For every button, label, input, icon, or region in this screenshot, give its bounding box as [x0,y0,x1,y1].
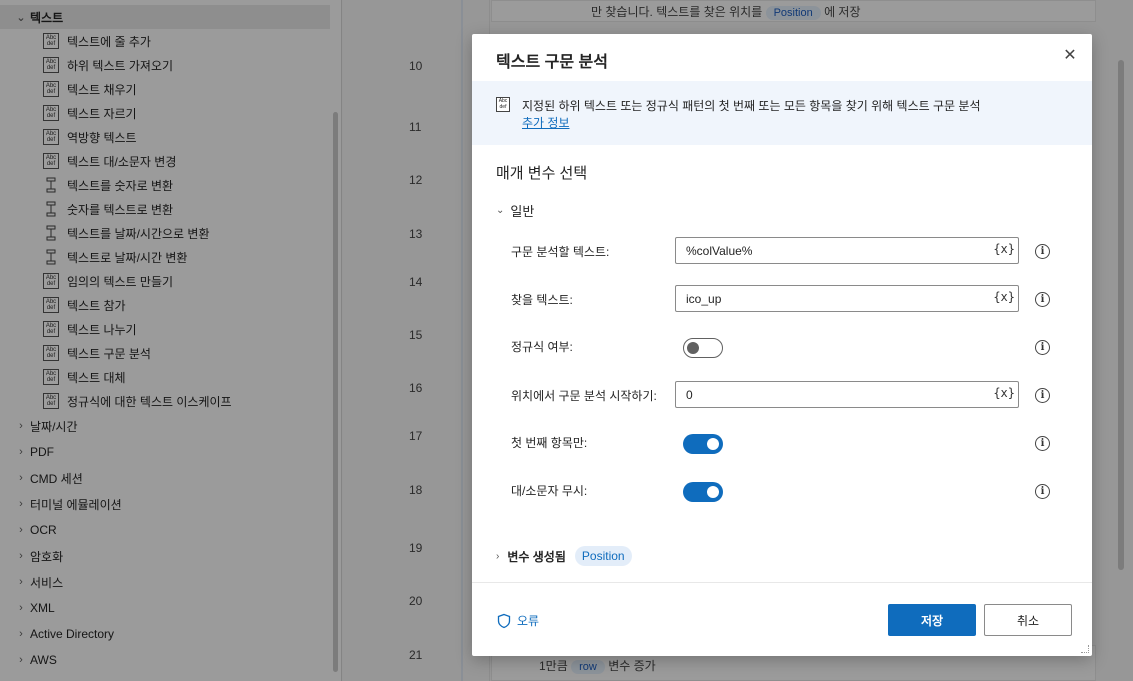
toggle-knob [707,486,719,498]
dialog-title: 텍스트 구문 분석 [496,54,608,71]
text-to-find-label: 찾을 텍스트: [511,293,573,307]
shield-icon [497,613,511,628]
start-position-label: 위치에서 구문 분석 시작하기: [511,389,657,403]
info-banner: Abc def 지정된 하위 텍스트 또는 정규식 패턴의 첫 번째 또는 모든 … [472,81,1092,145]
on-error-button[interactable]: 오류 [496,612,539,629]
save-button[interactable]: 저장 [888,604,976,636]
info-icon[interactable]: i [1035,292,1050,307]
variable-pill[interactable]: Position [574,546,632,566]
is-regex-label: 정규식 여부: [511,340,573,354]
ignore-case-toggle[interactable] [683,482,723,502]
variable-picker-button[interactable]: {x} [993,242,1015,256]
text-to-parse-field[interactable]: %colValue% {x} [675,237,1019,264]
general-group-toggle[interactable]: ⌄ 일반 [496,201,534,220]
close-icon[interactable]: ✕ [1062,48,1078,64]
variable-picker-button[interactable]: {x} [993,386,1015,400]
info-icon[interactable]: i [1035,484,1050,499]
group-label: 일반 [510,204,535,219]
field-value: ico_up [686,292,722,306]
toggle-knob [687,342,699,354]
info-icon[interactable]: i [1035,388,1050,403]
variable-picker-button[interactable]: {x} [993,290,1015,304]
chevron-right-icon: › [496,550,500,562]
chevron-down-icon: ⌄ [496,205,505,216]
info-icon[interactable]: i [1035,436,1050,451]
dialog-description: 지정된 하위 텍스트 또는 정규식 패턴의 첫 번째 또는 모든 항목을 찾기 … [522,99,981,113]
resize-grip[interactable] [1081,645,1089,653]
ignore-case-label: 대/소문자 무시: [511,484,588,498]
variables-produced-toggle[interactable]: › 변수 생성됨 Position [496,546,632,566]
text-to-find-field[interactable]: ico_up {x} [675,285,1019,312]
field-value: %colValue% [686,244,753,258]
field-value: 0 [686,388,693,402]
footer-divider [472,582,1092,583]
first-only-label: 첫 번째 항목만: [511,436,588,450]
variables-produced-label: 변수 생성됨 [507,549,566,564]
on-error-label: 오류 [517,614,540,628]
cancel-button[interactable]: 취소 [984,604,1072,636]
info-icon[interactable]: i [1035,340,1050,355]
parse-text-dialog: 텍스트 구문 분석 ✕ Abc def 지정된 하위 텍스트 또는 정규식 패턴의… [472,34,1092,656]
abc-def-icon: Abc def [496,97,510,112]
is-regex-toggle[interactable] [683,338,723,358]
more-info-link[interactable]: 추가 정보 [522,114,570,131]
info-icon[interactable]: i [1035,244,1050,259]
section-title: 매개 변수 선택 [496,165,588,182]
first-only-toggle[interactable] [683,434,723,454]
toggle-knob [707,438,719,450]
text-to-parse-label: 구문 분석할 텍스트: [511,245,610,259]
start-position-field[interactable]: 0 {x} [675,381,1019,408]
